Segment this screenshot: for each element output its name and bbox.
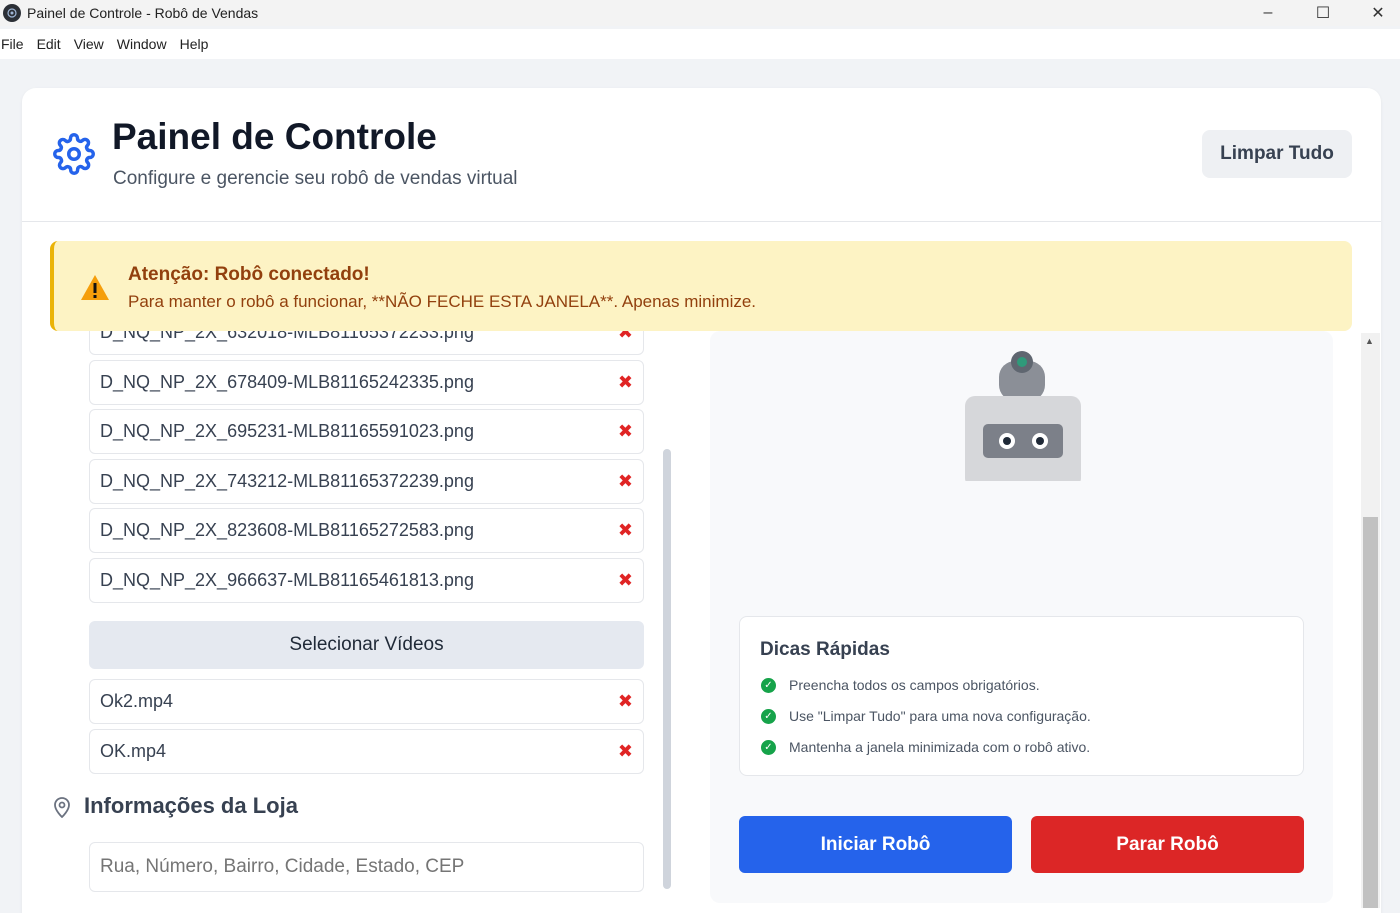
- main-card: Painel de Controle Configure e gerencie …: [22, 88, 1381, 913]
- file-name: D_NQ_NP_2X_632018-MLB81165372233.png: [100, 331, 474, 342]
- file-name: D_NQ_NP_2X_743212-MLB81165372239.png: [100, 471, 474, 491]
- start-robot-button[interactable]: Iniciar Robô: [739, 816, 1012, 873]
- menu-help[interactable]: Help: [180, 36, 209, 52]
- check-icon: ✓: [761, 708, 776, 724]
- scrollbar-thumb[interactable]: [1363, 517, 1378, 908]
- remove-icon[interactable]: ✖: [618, 421, 633, 442]
- remove-icon[interactable]: ✖: [618, 520, 633, 541]
- remove-icon[interactable]: ✖: [618, 471, 633, 492]
- window-title: Painel de Controle - Robô de Vendas: [27, 5, 259, 21]
- tip-item: ✓ Preencha todos os campos obrigatórios.: [761, 677, 1040, 693]
- image-file-item: D_NQ_NP_2X_823608-MLB81165272583.png ✖: [89, 508, 644, 553]
- left-column: D_NQ_NP_2X_632018-MLB81165372233.png ✖ D…: [22, 331, 702, 913]
- maximize-button[interactable]: ☐: [1300, 0, 1346, 26]
- remove-icon[interactable]: ✖: [618, 741, 633, 762]
- alert-title: Atenção: Robô conectado!: [128, 264, 370, 285]
- remove-icon[interactable]: ✖: [618, 372, 633, 393]
- check-icon: ✓: [761, 677, 776, 693]
- file-name: D_NQ_NP_2X_678409-MLB81165242335.png: [100, 372, 474, 392]
- menu-window[interactable]: Window: [117, 36, 167, 52]
- file-name: D_NQ_NP_2X_966637-MLB81165461813.png: [100, 570, 474, 590]
- remove-icon[interactable]: ✖: [618, 331, 633, 343]
- image-file-item: D_NQ_NP_2X_695231-MLB81165591023.png ✖: [89, 409, 644, 454]
- window-scrollbar[interactable]: ▲: [1361, 333, 1380, 908]
- image-file-item: D_NQ_NP_2X_966637-MLB81165461813.png ✖: [89, 558, 644, 603]
- gear-icon: [53, 133, 95, 175]
- menu-edit[interactable]: Edit: [37, 36, 61, 52]
- file-name: D_NQ_NP_2X_695231-MLB81165591023.png: [100, 421, 474, 441]
- file-name: Ok2.mp4: [100, 691, 174, 711]
- video-file-item: Ok2.mp4 ✖: [89, 679, 644, 724]
- store-info-title: Informações da Loja: [84, 793, 298, 818]
- image-file-item: D_NQ_NP_2X_632018-MLB81165372233.png ✖: [89, 331, 644, 355]
- tip-item: ✓ Use "Limpar Tudo" para uma nova config…: [761, 708, 1091, 724]
- video-file-item: OK.mp4 ✖: [89, 729, 644, 774]
- file-name: OK.mp4: [100, 741, 167, 761]
- close-button[interactable]: ✕: [1355, 0, 1400, 26]
- select-videos-button[interactable]: Selecionar Vídeos: [89, 621, 644, 669]
- left-scrollbar[interactable]: [663, 449, 671, 889]
- address-input[interactable]: [89, 842, 644, 892]
- scroll-up-icon[interactable]: ▲: [1365, 336, 1374, 346]
- warning-alert: Atenção: Robô conectado! Para manter o r…: [50, 241, 1352, 331]
- menu-bar: File Edit View Window Help: [0, 29, 1400, 59]
- stop-robot-button[interactable]: Parar Robô: [1031, 816, 1304, 873]
- title-bar: Painel de Controle - Robô de Vendas – ☐ …: [0, 0, 1400, 26]
- alert-message: Para manter o robô a funcionar, **NÃO FE…: [128, 292, 757, 311]
- tip-text: Preencha todos os campos obrigatórios.: [789, 677, 1040, 693]
- header: Painel de Controle Configure e gerencie …: [22, 88, 1381, 222]
- minimize-button[interactable]: –: [1245, 0, 1291, 26]
- location-pin-icon: [54, 797, 70, 818]
- tip-text: Use "Limpar Tudo" para uma nova configur…: [789, 708, 1091, 724]
- page: Painel de Controle Configure e gerencie …: [0, 59, 1400, 913]
- remove-icon[interactable]: ✖: [618, 570, 633, 591]
- page-title: Painel de Controle: [112, 116, 437, 157]
- tips-title: Dicas Rápidas: [760, 639, 890, 660]
- remove-icon[interactable]: ✖: [618, 691, 633, 712]
- file-name: D_NQ_NP_2X_823608-MLB81165272583.png: [100, 520, 474, 540]
- menu-view[interactable]: View: [74, 36, 104, 52]
- image-file-item: D_NQ_NP_2X_743212-MLB81165372239.png ✖: [89, 459, 644, 504]
- clear-all-button[interactable]: Limpar Tudo: [1202, 130, 1352, 178]
- check-icon: ✓: [761, 739, 776, 755]
- warning-icon: [81, 275, 109, 300]
- tip-item: ✓ Mantenha a janela minimizada com o rob…: [761, 739, 1090, 755]
- robot-icon: [965, 351, 1081, 481]
- image-file-item: D_NQ_NP_2X_678409-MLB81165242335.png ✖: [89, 360, 644, 405]
- menu-file[interactable]: File: [1, 36, 24, 52]
- right-panel: Dicas Rápidas ✓ Preencha todos os campos…: [710, 331, 1333, 903]
- app-icon: [3, 4, 21, 22]
- page-subtitle: Configure e gerencie seu robô de vendas …: [113, 168, 518, 189]
- tip-text: Mantenha a janela minimizada com o robô …: [789, 739, 1091, 755]
- quick-tips-card: Dicas Rápidas ✓ Preencha todos os campos…: [739, 616, 1304, 776]
